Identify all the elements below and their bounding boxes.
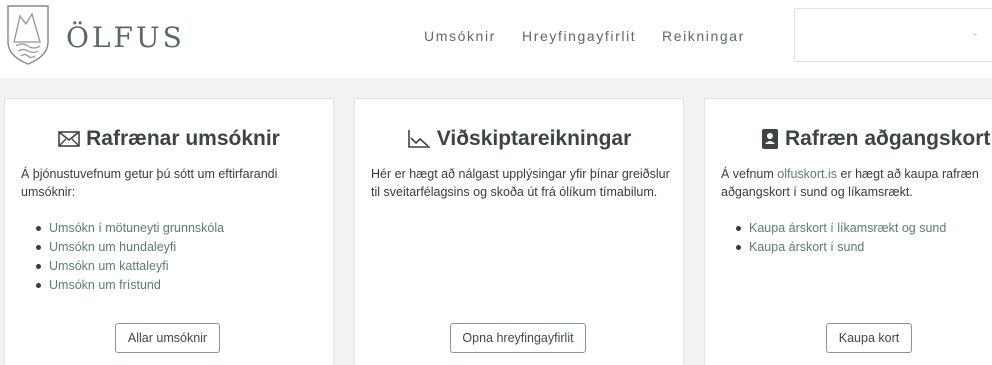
card-description: Á vefnum olfuskort.is er hægt að kaupa r… [721,165,992,201]
link-arskort-sund[interactable]: Kaupa árskort í sund [749,240,864,254]
link-arskort-likamsraekt-sund[interactable]: Kaupa árskort í líkamsrækt og sund [749,221,946,235]
olfus-logo-icon[interactable] [2,2,54,66]
application-list: Umsókn í mötuneyti grunnskóla Umsókn um … [35,219,224,295]
search-caret [973,34,977,35]
card-vidskiptareikningar: Viðskiptareikningar Hér er hægt að nálga… [354,98,684,365]
card-title-text: Viðskiptareikningar [436,127,632,150]
link-hundaleyfi[interactable]: Umsókn um hundaleyfi [49,240,176,254]
nav-reikningar[interactable]: Reikningar [662,28,745,44]
open-transactions-button[interactable]: Opna hreyfingayfirlit [450,323,586,353]
nav-umsoknir[interactable]: Umsóknir [424,28,496,44]
nav-hreyfingayfirlit[interactable]: Hreyfingayfirlit [522,28,636,44]
text-before: Á vefnum [721,167,778,181]
pass-list: Kaupa árskort í líkamsrækt og sund Kaupa… [735,219,946,257]
card-description: Á þjónustuvefnum getur þú sótt um eftirf… [21,167,278,199]
card-title: Rafrænar umsóknir [5,127,333,151]
card-title-text: Rafrænar umsóknir [86,127,280,150]
link-kattaleyfi[interactable]: Umsókn um kattaleyfi [49,259,168,273]
link-fristund[interactable]: Umsókn um frístund [49,278,161,292]
envelope-icon [58,131,80,147]
card-title-text: Rafræn aðgangskort [785,127,991,150]
card-description: Hér er hægt að nálgast upplýsingar yfir … [371,167,670,199]
card-rafraenar-umsoknir: Rafrænar umsóknir Á þjónustuvefnum getur… [4,98,334,365]
card-rafraen-adgangskort: Rafræn aðgangskort Á vefnum olfuskort.is… [704,98,992,365]
olfuskort-link[interactable]: olfuskort.is [777,167,837,181]
id-card-icon [762,129,778,149]
search-input[interactable] [794,8,992,62]
link-motuneyti[interactable]: Umsókn í mötuneyti grunnskóla [49,221,224,235]
card-title: Rafræn aðgangskort [761,127,990,151]
line-chart-icon [407,130,430,148]
buy-card-button[interactable]: Kaupa kort [826,323,912,353]
brand-name[interactable]: ÖLFUS [66,21,185,54]
site-header: ÖLFUS Umsóknir Hreyfingayfirlit Reikning… [0,0,992,78]
card-title: Viðskiptareikningar [355,127,683,151]
all-applications-button[interactable]: Allar umsóknir [115,323,220,353]
